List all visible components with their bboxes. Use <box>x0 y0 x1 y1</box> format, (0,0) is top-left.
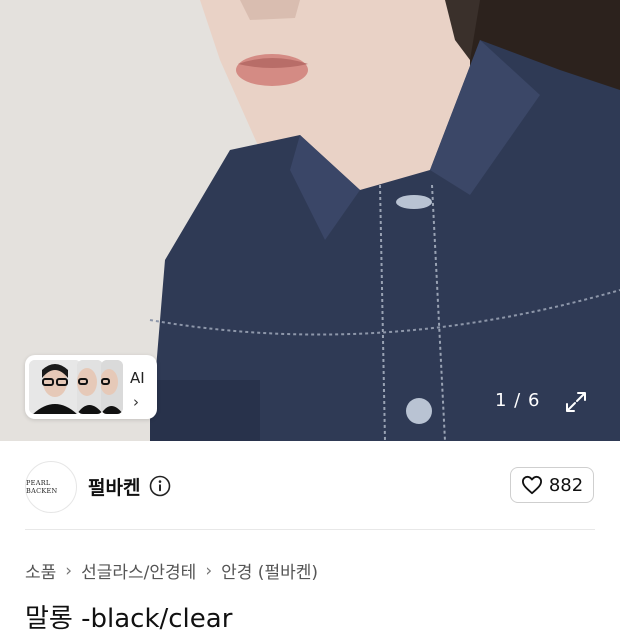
like-button[interactable]: 882 <box>510 467 594 503</box>
chevron-right-icon: › <box>65 560 73 581</box>
chevron-right-icon: › <box>205 560 213 581</box>
chevron-right-icon: › <box>133 393 139 411</box>
shop-logo-text: PEARL BACKEN <box>26 479 58 495</box>
ai-card-label: AI <box>130 369 145 387</box>
image-counter: 1 / 6 <box>495 390 541 411</box>
ai-thumbnail-3 <box>101 360 123 414</box>
ai-thumbnail-2 <box>77 360 103 414</box>
like-count: 882 <box>548 474 584 496</box>
breadcrumb: 소품 › 선글라스/안경테 › 안경 (펄바켄) <box>25 558 318 584</box>
product-image-carousel[interactable]: AI › 1 / 6 <box>0 0 620 441</box>
shop-logo[interactable]: PEARL BACKEN <box>25 461 77 513</box>
divider <box>25 529 595 530</box>
heart-outline-icon <box>521 475 542 495</box>
product-title: 말롱 -black/clear <box>25 604 233 634</box>
shop-name[interactable]: 펄바켄 <box>88 473 140 500</box>
breadcrumb-item-category[interactable]: 소품 <box>25 558 56 583</box>
info-icon[interactable] <box>149 475 171 497</box>
breadcrumb-item-subcategory[interactable]: 선글라스/안경테 <box>81 558 196 583</box>
shop-header: PEARL BACKEN 펄바켄 882 <box>0 441 620 531</box>
ai-thumbnail-1 <box>29 360 81 414</box>
ai-try-on-card[interactable]: AI › <box>25 355 157 419</box>
expand-icon[interactable] <box>564 390 588 414</box>
breadcrumb-item-current[interactable]: 안경 (펄바켄) <box>221 558 318 583</box>
